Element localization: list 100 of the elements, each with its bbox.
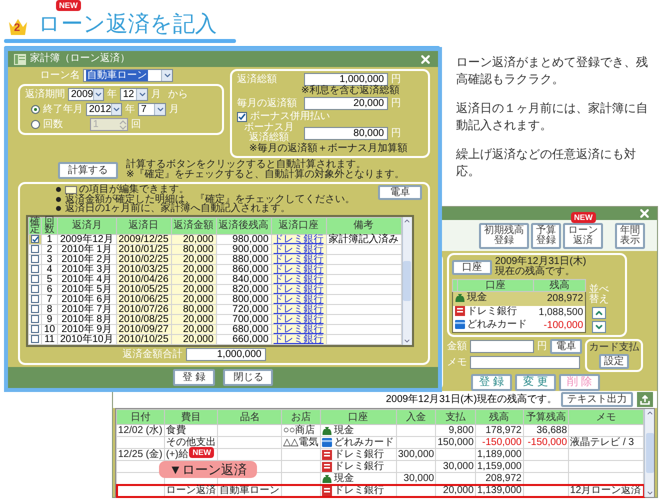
table-cell: 150,000 <box>436 436 476 448</box>
yen-unit: 円 <box>537 341 547 352</box>
table-cell <box>523 460 569 472</box>
checkbox[interactable] <box>237 112 247 122</box>
table-cell: 2010年 1月 <box>58 244 116 254</box>
column-header: 費目 <box>164 410 218 424</box>
column-header: 返済金額 <box>171 217 216 234</box>
column-header: 返済日 <box>116 217 172 234</box>
table-cell <box>282 448 320 460</box>
scrollbar[interactable] <box>644 409 654 497</box>
table-cell: 1,139,000 <box>475 484 524 496</box>
radio-button[interactable] <box>31 105 40 114</box>
table-cell: 家計簿記入済み <box>326 234 402 244</box>
account-cell[interactable]: ドレミ銀行 <box>452 306 534 319</box>
calculate-button[interactable]: 計算する <box>58 162 118 178</box>
column-header: 日付 <box>116 410 164 424</box>
caret-icon <box>111 104 122 115</box>
table-cell <box>396 424 436 436</box>
balance-cell: 208,972 <box>534 292 586 306</box>
table-cell: 178,972 <box>475 424 524 436</box>
column-header: お店 <box>282 410 320 424</box>
callout-label: ▼ローン返済 <box>158 461 257 478</box>
loan-name-label: ローン名 <box>40 70 80 81</box>
toolbar-button[interactable]: 年間 表示 <box>615 223 645 249</box>
window-title: 家計簿（ローン返済） <box>30 53 130 65</box>
table-cell: 2010年 4月 <box>58 274 116 284</box>
scrollbar[interactable] <box>402 216 412 344</box>
table-cell: ○○商店 <box>282 424 320 436</box>
table-cell: 2010年 3月 <box>58 264 116 274</box>
caret-icon <box>136 89 147 100</box>
close-icon[interactable] <box>419 52 432 66</box>
column-header: 口座 <box>320 410 396 424</box>
bonus-amount-label: ボーナス月 <box>244 123 294 133</box>
calculate-note: 計算するボタンをクリックすると自動計算されます。 <box>126 160 366 170</box>
column-header: 予算残高 <box>523 410 569 424</box>
yen-unit: 円 <box>391 98 401 109</box>
amount-label: 返済総額 <box>237 74 278 85</box>
unit-label: 月 <box>169 104 179 115</box>
dialog-button[interactable]: 登 録 <box>172 368 216 386</box>
table-cell <box>116 472 164 484</box>
balance-date-text: 現在の残高です。 <box>495 267 575 277</box>
table-cell: 液晶テレビ / 3 <box>568 436 644 448</box>
yen-unit: 円 <box>391 74 401 85</box>
table-cell: 2010年 8月 <box>58 314 116 324</box>
move-up-button[interactable] <box>592 307 606 319</box>
export-button[interactable]: テキスト出力 <box>561 392 633 407</box>
toolbar-button[interactable]: 初期残高 登録 <box>479 223 529 249</box>
date-select[interactable]: 7 <box>138 103 166 116</box>
column-header: 備考 <box>326 217 402 234</box>
from-label: から <box>168 90 188 100</box>
account-button[interactable]: 口座 <box>452 260 492 274</box>
close-icon[interactable] <box>638 207 651 220</box>
column-header <box>452 280 458 292</box>
action-button[interactable]: 変 更 <box>515 374 556 391</box>
calculate-note: ※『確定』をチェックすると、自動計算の対象外となります。 <box>126 170 404 180</box>
amount-field[interactable]: 80,000 <box>304 126 388 140</box>
money-bag-icon <box>322 426 332 436</box>
unit-label: 年 <box>125 104 135 115</box>
bank-icon <box>455 306 465 316</box>
balance-note: 2009年12月31日(木)現在の残高です。 <box>386 394 557 405</box>
table-cell: 現金 <box>320 424 396 436</box>
amount-field[interactable]: 20,000 <box>304 97 388 110</box>
memo-field[interactable] <box>470 356 580 369</box>
date-select[interactable]: 2009 <box>68 88 104 101</box>
bank-icon <box>322 462 332 472</box>
description-text: ローン返済がまとめて登録でき、残高確認もラクラク。 <box>456 54 649 88</box>
table-cell: 食費 <box>164 424 218 436</box>
scroll-down-icon[interactable] <box>646 489 654 497</box>
description-text: 繰上げ返済などの任意返済にも対応。 <box>456 146 637 180</box>
toolbar-button[interactable]: 予算 登録 <box>531 223 561 249</box>
table-cell <box>116 436 164 448</box>
table-cell: 2010年 7月 <box>58 304 116 314</box>
table-cell: 300,000 <box>396 448 436 460</box>
scroll-up-icon[interactable] <box>646 409 654 417</box>
dialog-button[interactable]: 閉じる <box>223 368 274 386</box>
calculator-button[interactable]: 電卓 <box>378 185 422 200</box>
account-cell[interactable]: どれみカード <box>452 319 534 332</box>
note-text: 返済日の1ヶ月前に、家計簿へ自動記入されます。 <box>56 204 355 214</box>
money-bag-icon <box>322 474 332 484</box>
column-header: 品名 <box>218 410 282 424</box>
table-cell: どれみカード <box>320 436 396 448</box>
date-select[interactable]: 2012 <box>86 103 122 116</box>
table-cell: 2010年 5月 <box>58 284 116 294</box>
rank-number: 2 <box>14 23 20 34</box>
column-header: 返済月 <box>58 217 116 234</box>
unit-label: 月 <box>151 89 161 100</box>
amount-field[interactable]: 1,000,000 <box>304 73 388 86</box>
action-button[interactable]: 登 録 <box>471 374 512 391</box>
amount-field[interactable] <box>470 340 534 353</box>
date-select[interactable]: 12 <box>120 88 148 101</box>
upload-icon[interactable] <box>637 392 653 407</box>
move-down-button[interactable] <box>592 321 606 333</box>
calculator-button[interactable]: 電卓 <box>550 339 582 354</box>
toolbar-button[interactable]: ローン 返済 <box>563 223 603 249</box>
caret-icon <box>161 70 172 81</box>
account-cell[interactable]: 現金 <box>452 292 534 306</box>
radio-button[interactable] <box>31 120 40 129</box>
table-cell: 1,189,000 <box>475 448 524 460</box>
loan-select[interactable]: 自動車ローン <box>83 69 173 82</box>
settings-button[interactable]: 設定 <box>599 354 629 369</box>
